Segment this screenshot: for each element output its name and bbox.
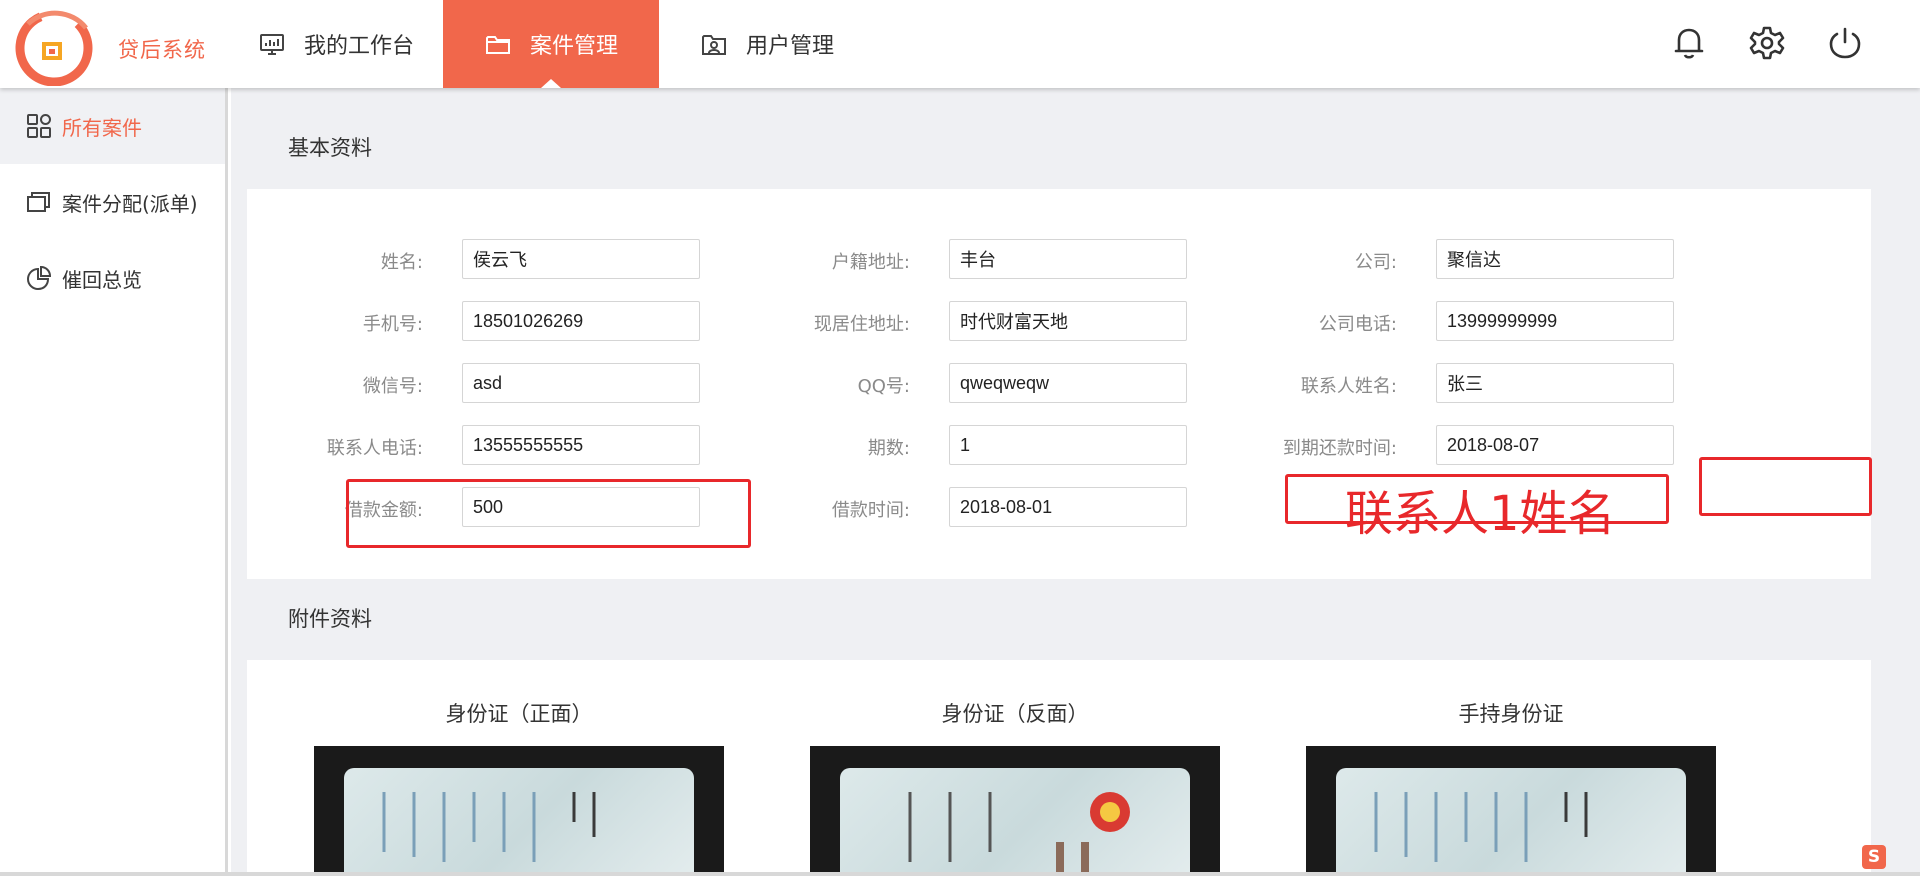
- contact-phone-field[interactable]: [462, 425, 700, 465]
- nav-user-label: 用户管理: [746, 34, 835, 59]
- wechat-label: 微信号:: [362, 376, 423, 397]
- nav-case-label: 案件管理: [529, 34, 618, 59]
- brand-name: 贷后系统: [118, 38, 206, 62]
- sidebar-item-label: 所有案件: [62, 115, 142, 140]
- contact-name-field[interactable]: [1436, 363, 1674, 403]
- household-address-field[interactable]: [949, 239, 1187, 279]
- pie-icon: [26, 265, 52, 291]
- id-back-label: 身份证（反面）: [941, 702, 1089, 726]
- app-logo: [15, 9, 93, 86]
- nav-user-management[interactable]: 用户管理: [700, 0, 880, 88]
- id-front-label: 身份证（正面）: [445, 702, 593, 726]
- sidebar-item-label: 案件分配(派单): [62, 191, 198, 216]
- contact-name-label: 联系人姓名:: [1300, 376, 1397, 397]
- loan-date-label: 借款时间:: [831, 500, 910, 521]
- id-back-image[interactable]: [810, 746, 1220, 876]
- bottom-divider: [0, 872, 1920, 876]
- qq-label: QQ号:: [857, 376, 910, 397]
- qq-field[interactable]: [949, 363, 1187, 403]
- wechat-field[interactable]: [462, 363, 700, 403]
- sidebar-item-all-cases[interactable]: 所有案件: [0, 88, 225, 164]
- due-date-field[interactable]: [1436, 425, 1674, 465]
- folder-icon: [484, 30, 512, 58]
- name-label: 姓名:: [380, 252, 423, 273]
- current-address-label: 现居住地址:: [813, 314, 910, 335]
- installments-field[interactable]: [949, 425, 1187, 465]
- ime-icon[interactable]: S: [1862, 845, 1886, 869]
- household-address-label: 户籍地址:: [831, 252, 910, 273]
- current-address-field[interactable]: [949, 301, 1187, 341]
- id-handheld-image[interactable]: [1306, 746, 1716, 876]
- nav-case-management[interactable]: 案件管理: [443, 0, 659, 88]
- attachments-title: 附件资料: [288, 607, 372, 631]
- user-card-icon: [700, 30, 728, 58]
- sidebar-item-collection-overview[interactable]: 催回总览: [0, 240, 225, 316]
- sidebar: 所有案件 案件分配(派单) 催回总览: [0, 88, 228, 876]
- attachments-panel: 身份证（正面） 身份证（反面） 手持身份证: [247, 660, 1871, 876]
- cards-icon: [26, 189, 52, 215]
- annotation-box-empty: [1699, 457, 1872, 516]
- contact-phone-label: 联系人电话:: [326, 438, 423, 459]
- company-phone-field[interactable]: [1436, 301, 1674, 341]
- loan-date-field[interactable]: [949, 487, 1187, 527]
- company-field[interactable]: [1436, 239, 1674, 279]
- id-front-image[interactable]: [314, 746, 724, 876]
- due-date-label: 到期还款时间:: [1282, 438, 1397, 459]
- phone-label: 手机号:: [362, 314, 423, 335]
- monitor-chart-icon: [258, 30, 286, 58]
- sidebar-item-label: 催回总览: [62, 267, 142, 292]
- name-field[interactable]: [462, 239, 700, 279]
- active-caret-icon: [541, 79, 561, 88]
- grid-icon: [26, 113, 52, 139]
- bell-icon[interactable]: [1668, 22, 1710, 64]
- annotation-box-loan-amount: [346, 479, 751, 548]
- power-icon[interactable]: [1824, 22, 1866, 64]
- top-bar: 贷后系统 我的工作台 案件管理 用户管理: [0, 0, 1920, 88]
- sidebar-item-case-assign[interactable]: 案件分配(派单): [0, 164, 225, 240]
- nav-workbench[interactable]: 我的工作台: [258, 0, 443, 88]
- installments-label: 期数:: [867, 438, 910, 459]
- basic-info-title: 基本资料: [288, 136, 372, 160]
- company-phone-label: 公司电话:: [1318, 314, 1397, 335]
- phone-field[interactable]: [462, 301, 700, 341]
- company-label: 公司:: [1354, 252, 1397, 273]
- annotation-text: 联系人1姓名: [1345, 486, 1616, 542]
- nav-workbench-label: 我的工作台: [304, 34, 415, 59]
- gear-icon[interactable]: [1746, 22, 1788, 64]
- id-handheld-label: 手持身份证: [1458, 702, 1564, 726]
